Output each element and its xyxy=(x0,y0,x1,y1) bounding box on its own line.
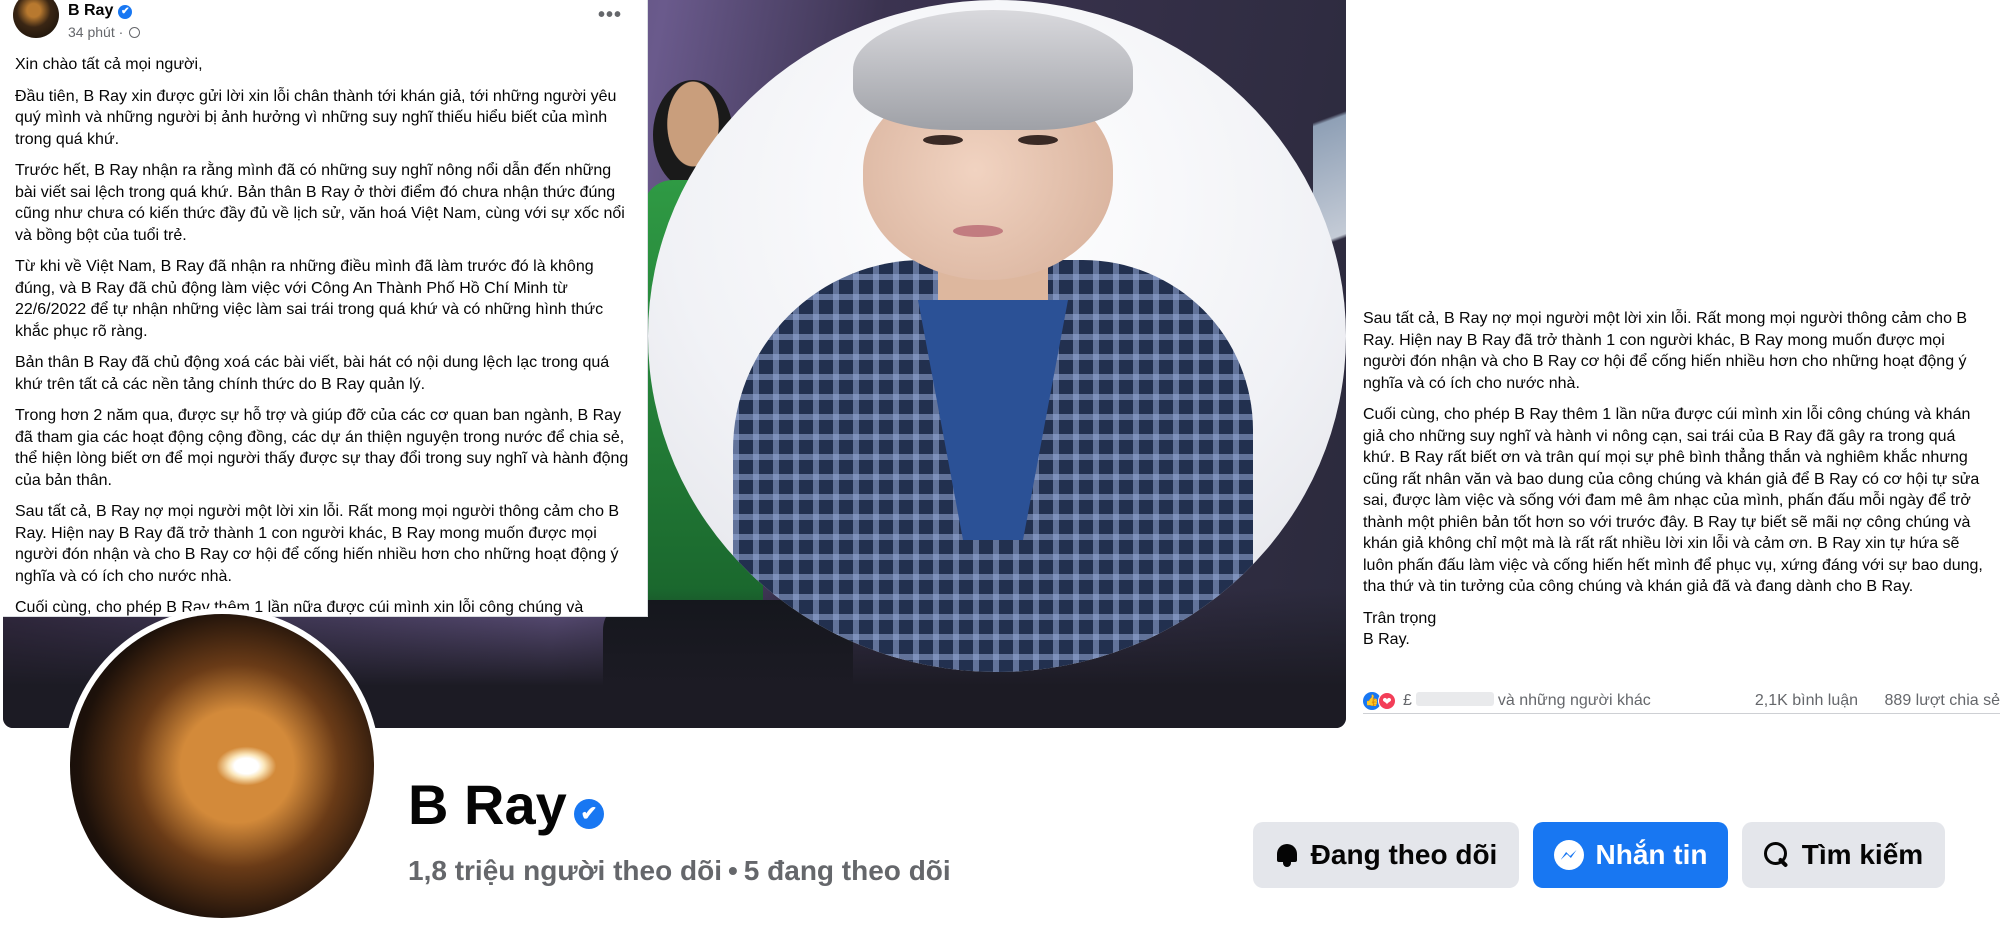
portrait-eye-left xyxy=(923,135,963,145)
post-body-right: Sau tất cả, B Ray nợ mọi người một lời x… xyxy=(1346,305,2000,651)
verified-badge-icon: ✔ xyxy=(574,799,604,829)
post-timestamp[interactable]: 34 phút xyxy=(68,24,115,40)
post-meta: 34 phút · xyxy=(68,24,141,40)
message-button[interactable]: Nhắn tin xyxy=(1533,822,1728,888)
reaction-names-prefix: £ xyxy=(1403,692,1412,709)
post-paragraph: Trong hơn 2 năm qua, được sự hỗ trợ và g… xyxy=(15,407,629,489)
search-icon xyxy=(1763,842,1790,868)
apology-post-right: Sau tất cả, B Ray nợ mọi người một lời x… xyxy=(1346,305,2000,725)
profile-name: B Ray xyxy=(408,773,567,836)
bell-icon xyxy=(1275,842,1299,868)
post-body-left: Xin chào tất cả mọi người, Đầu tiên, B R… xyxy=(3,46,647,616)
messenger-icon xyxy=(1553,840,1584,870)
post-paragraph: Trước hết, B Ray nhận ra rằng mình đã có… xyxy=(15,162,625,244)
post-signoff: Trân trọng xyxy=(1363,609,1437,627)
post-header: B Ray ✔ 34 phút · ••• xyxy=(3,0,647,46)
profile-stats: 1,8 triệu người theo dõi • 5 đang theo dõi xyxy=(408,855,951,887)
share-count[interactable]: 889 lượt chia sẻ xyxy=(1885,692,2000,709)
profile-avatar[interactable] xyxy=(64,608,380,924)
reaction-bar: 👍 ❤ £ và những người khác 2,1K bình luận … xyxy=(1363,690,2000,714)
comment-count[interactable]: 2,1K bình luận xyxy=(1755,692,1858,709)
portrait-photo xyxy=(648,0,1346,672)
search-button[interactable]: Tìm kiếm xyxy=(1742,822,1945,888)
meta-separator: · xyxy=(118,24,124,40)
portrait-eye-right xyxy=(1018,135,1058,145)
search-button-label: Tìm kiếm xyxy=(1801,839,1924,870)
stats-separator: • xyxy=(727,855,738,886)
post-paragraph: Cuối cùng, cho phép B Ray thêm 1 lần nữa… xyxy=(1363,406,1983,595)
following-count[interactable]: 5 đang theo dõi xyxy=(744,855,951,886)
post-paragraph: Đầu tiên, B Ray xin được gửi lời xin lỗi… xyxy=(15,87,617,148)
verified-badge-icon: ✔ xyxy=(118,5,133,19)
reaction-names[interactable]: £ và những người khác xyxy=(1403,692,1651,710)
post-paragraph: Xin chào tất cả mọi người, xyxy=(15,56,203,73)
portrait-hair xyxy=(853,10,1133,130)
portrait-mouth xyxy=(953,225,1003,237)
post-author-name-text[interactable]: B Ray xyxy=(68,2,113,19)
post-paragraph: Sau tất cả, B Ray nợ mọi người một lời x… xyxy=(15,503,620,585)
blurred-names xyxy=(1415,692,1494,706)
apology-post-left: B Ray ✔ 34 phút · ••• Xin chào tất cả mọi… xyxy=(3,0,648,617)
post-signature: B Ray. xyxy=(1363,631,1410,648)
reaction-others: và những người khác xyxy=(1497,692,1651,709)
love-reaction-icon[interactable]: ❤ xyxy=(1378,692,1396,710)
more-dots-icon[interactable]: ••• xyxy=(598,4,622,27)
followers-count[interactable]: 1,8 triệu người theo dõi xyxy=(408,855,722,886)
post-paragraph: Bản thân B Ray đã chủ động xoá các bài v… xyxy=(15,354,610,393)
profile-avatar-image xyxy=(70,614,374,918)
post-paragraph: Từ khi về Việt Nam, B Ray đã nhận ra nhữ… xyxy=(15,258,604,340)
following-button[interactable]: Đang theo dõi xyxy=(1253,822,1519,888)
post-stats: 2,1K bình luận 889 lượt chia sẻ xyxy=(1755,692,2000,710)
post-author-avatar[interactable] xyxy=(13,0,59,38)
following-button-label: Đang theo dõi xyxy=(1310,839,1498,870)
post-paragraph: Cuối cùng, cho phép B Ray thêm 1 lần nữa… xyxy=(15,599,584,616)
post-author-name[interactable]: B Ray ✔ xyxy=(68,2,133,20)
globe-icon xyxy=(129,27,141,38)
post-paragraph: Sau tất cả, B Ray nợ mọi người một lời x… xyxy=(1363,310,1968,392)
message-button-label: Nhắn tin xyxy=(1595,839,1708,870)
